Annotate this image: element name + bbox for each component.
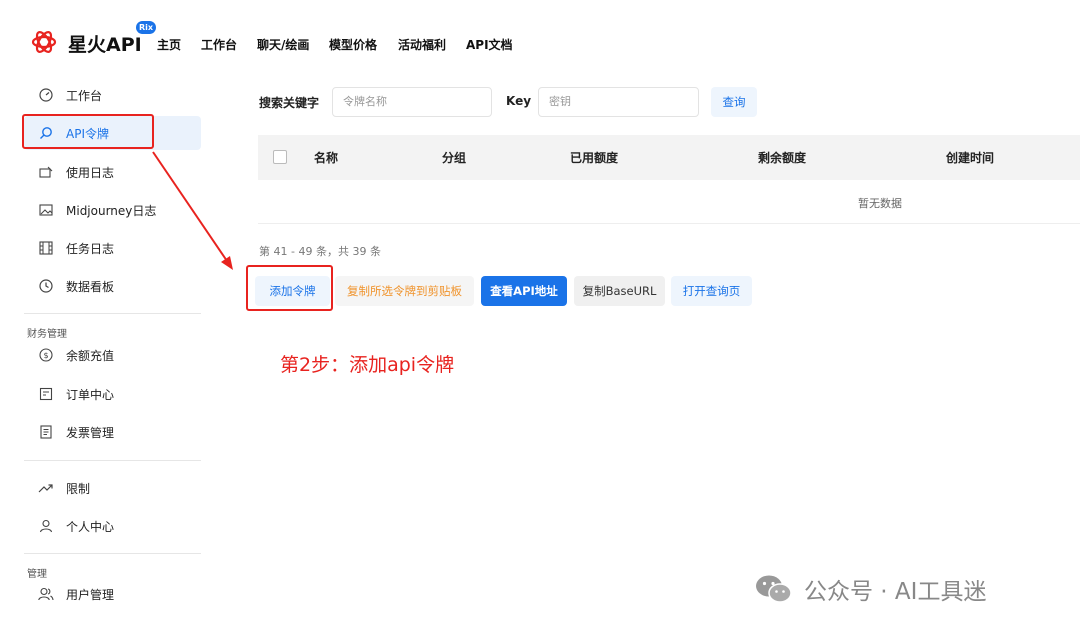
- svg-text:$: $: [43, 351, 48, 360]
- annotation-highlight-add-token: [246, 265, 333, 311]
- column-header-group[interactable]: 分组: [442, 149, 466, 166]
- image-icon: [38, 202, 54, 218]
- token-name-input[interactable]: 令牌名称: [332, 87, 492, 117]
- sidebar-item-profile[interactable]: 个人中心: [24, 509, 201, 543]
- sidebar-item-label: 使用日志: [66, 165, 115, 180]
- sidebar-item-label: 工作台: [66, 88, 103, 103]
- sidebar-item-user-management[interactable]: 用户管理: [24, 577, 201, 611]
- brand-name[interactable]: 星火API: [68, 30, 142, 57]
- user-icon: [38, 518, 54, 534]
- sidebar-item-label: 个人中心: [66, 519, 115, 534]
- sidebar-item-label: 数据看板: [66, 279, 115, 294]
- sidebar-item-usage-log[interactable]: 使用日志: [24, 155, 201, 189]
- openai-logo-icon[interactable]: [30, 28, 58, 56]
- film-icon: [38, 240, 54, 256]
- sidebar-item-recharge[interactable]: $ 余额充值: [24, 338, 201, 372]
- key-input[interactable]: 密钥: [538, 87, 699, 117]
- sidebar-item-task-log[interactable]: 任务日志: [24, 231, 201, 265]
- sidebar-divider: [24, 460, 201, 461]
- sidebar-item-label: 用户管理: [66, 587, 115, 602]
- sidebar-divider: [24, 553, 201, 554]
- clock-icon: [38, 278, 54, 294]
- sidebar-item-label: Midjourney日志: [66, 203, 157, 218]
- sidebar-item-invoices[interactable]: 发票管理: [24, 415, 201, 449]
- sidebar-item-workbench[interactable]: 工作台: [24, 78, 201, 112]
- select-all-checkbox[interactable]: [273, 150, 287, 164]
- sidebar: 工作台 API令牌 使用日志 Midjourney日志 任务日志 数据看板 财务…: [0, 80, 215, 633]
- wechat-icon: [756, 575, 792, 603]
- sidebar-item-label: 任务日志: [66, 241, 115, 256]
- log-icon: [38, 164, 54, 180]
- empty-text: 暂无数据: [858, 197, 902, 210]
- nav-model-price[interactable]: 模型价格: [329, 36, 377, 53]
- column-header-used-quota[interactable]: 已用额度: [570, 149, 618, 166]
- sidebar-item-limits[interactable]: 限制: [24, 471, 201, 505]
- nav-promotions[interactable]: 活动福利: [398, 36, 446, 53]
- open-query-page-button[interactable]: 打开查询页: [671, 276, 752, 306]
- sidebar-divider: [24, 313, 201, 314]
- watermark-text: 公众号 · AI工具迷: [804, 579, 987, 605]
- view-api-address-button[interactable]: 查看API地址: [481, 276, 567, 306]
- watermark: 公众号 · AI工具迷: [754, 572, 986, 606]
- top-nav-bar: 星火API Rix 主页 工作台 聊天/绘画 模型价格 活动福利 API文档: [0, 0, 1080, 80]
- column-header-remaining-quota[interactable]: 剩余额度: [758, 149, 806, 166]
- sidebar-item-label: 发票管理: [66, 425, 115, 440]
- key-label: Key: [506, 94, 532, 108]
- trend-icon: [38, 480, 54, 496]
- invoice-icon: [38, 424, 54, 440]
- nav-api-docs[interactable]: API文档: [466, 36, 513, 53]
- empty-row: 暂无数据: [258, 180, 1080, 224]
- sidebar-item-label: 限制: [66, 481, 91, 496]
- dashboard-icon: [38, 87, 54, 103]
- table-header: 名称 分组 已用额度 剩余额度 创建时间: [258, 135, 1080, 180]
- nav-chat-draw[interactable]: 聊天/绘画: [257, 36, 309, 53]
- sidebar-item-midjourney-log[interactable]: Midjourney日志: [24, 193, 201, 227]
- sidebar-item-data-board[interactable]: 数据看板: [24, 269, 201, 303]
- users-icon: [38, 586, 54, 602]
- sidebar-item-label: 余额充值: [66, 348, 115, 363]
- pagination-info: 第 41 - 49 条，共 39 条: [259, 245, 381, 258]
- annotation-highlight-api-token: [22, 114, 154, 149]
- query-button[interactable]: 查询: [711, 87, 757, 117]
- dollar-icon: $: [38, 347, 54, 363]
- column-header-name[interactable]: 名称: [314, 149, 338, 166]
- sidebar-item-label: 订单中心: [66, 387, 115, 402]
- sidebar-item-orders[interactable]: 订单中心: [24, 377, 201, 411]
- nav-home[interactable]: 主页: [157, 36, 181, 53]
- nav-workbench[interactable]: 工作台: [201, 36, 237, 53]
- step-annotation: 第2步：添加api令牌: [280, 354, 455, 376]
- column-header-created-time[interactable]: 创建时间: [946, 149, 994, 166]
- copy-base-url-button[interactable]: 复制BaseURL: [574, 276, 665, 306]
- copy-selected-tokens-button[interactable]: 复制所选令牌到剪贴板: [335, 276, 474, 306]
- order-icon: [38, 386, 54, 402]
- keyword-label: 搜索关键字: [259, 96, 320, 110]
- brand-badge: Rix: [136, 21, 157, 34]
